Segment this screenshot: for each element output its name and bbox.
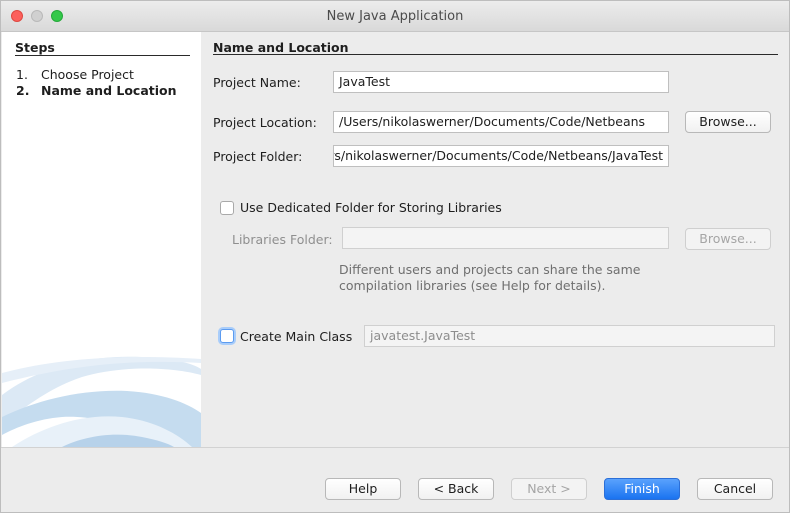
help-button[interactable]: Help xyxy=(325,478,401,500)
section-title: Name and Location xyxy=(213,40,349,55)
create-main-class-label[interactable]: Create Main Class xyxy=(240,329,352,344)
back-button[interactable]: < Back xyxy=(418,478,494,500)
step-number: 2. xyxy=(16,83,30,98)
project-folder-input[interactable]: /Users/nikolaswerner/Documents/Code/Netb… xyxy=(333,145,669,167)
project-location-label: Project Location: xyxy=(213,115,317,130)
steps-title: Steps xyxy=(15,40,55,55)
finish-button[interactable]: Finish xyxy=(604,478,680,500)
section-divider xyxy=(213,54,778,55)
cancel-button[interactable]: Cancel xyxy=(697,478,773,500)
project-location-input[interactable]: /Users/nikolaswerner/Documents/Code/Netb… xyxy=(333,111,669,133)
main-class-input[interactable]: javatest.JavaTest xyxy=(364,325,775,347)
step-choose-project: 1. Choose Project xyxy=(16,67,134,82)
next-button[interactable]: Next > xyxy=(511,478,587,500)
project-name-input[interactable]: JavaTest xyxy=(333,71,669,93)
content-panel: Name and Location Project Name: JavaTest… xyxy=(201,32,789,447)
step-name-and-location: 2. Name and Location xyxy=(16,83,177,98)
create-main-class-checkbox[interactable] xyxy=(220,329,234,343)
dedicated-folder-label[interactable]: Use Dedicated Folder for Storing Librari… xyxy=(240,200,502,215)
browse-libraries-button[interactable]: Browse... xyxy=(685,228,771,250)
step-label: Choose Project xyxy=(41,67,134,82)
project-folder-label: Project Folder: xyxy=(213,149,303,164)
button-bar: Help < Back Next > Finish Cancel xyxy=(1,447,789,512)
step-label: Name and Location xyxy=(41,83,177,98)
step-number: 1. xyxy=(16,67,28,82)
steps-panel: Steps 1. Choose Project 2. Name and Locati… xyxy=(2,32,201,447)
window-title: New Java Application xyxy=(326,9,464,24)
libraries-help-text: Different users and projects can share t… xyxy=(339,262,641,293)
libraries-folder-input[interactable] xyxy=(342,227,669,249)
netbeans-swoosh-graphic xyxy=(2,356,201,447)
title-bar[interactable]: New Java Application xyxy=(1,1,789,32)
project-folder-value: /Users/nikolaswerner/Documents/Code/Netb… xyxy=(333,148,663,163)
project-name-label: Project Name: xyxy=(213,75,301,90)
dedicated-folder-checkbox[interactable] xyxy=(220,201,234,215)
browse-location-button[interactable]: Browse... xyxy=(685,111,771,133)
dialog-window: New Java Application Steps 1. Choose Proj… xyxy=(0,0,790,513)
libraries-folder-label: Libraries Folder: xyxy=(232,232,333,247)
steps-divider xyxy=(15,55,190,56)
